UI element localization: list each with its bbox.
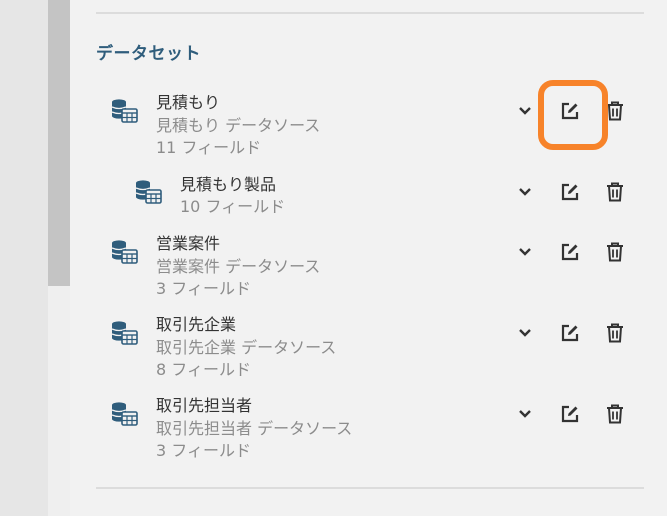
edit-button[interactable] (558, 321, 582, 345)
divider-bottom (96, 487, 644, 489)
expand-button[interactable] (513, 240, 537, 264)
dataset-field-count: 3 フィールド (156, 441, 251, 460)
delete-button[interactable] (603, 180, 627, 204)
edit-button[interactable] (558, 240, 582, 264)
database-table-icon (111, 402, 138, 426)
expand-button[interactable] (513, 402, 537, 426)
dataset-name: 見積もり (156, 93, 221, 112)
dataset-source: 取引先企業 データソース (156, 338, 337, 357)
scrollbar-thumb[interactable] (48, 0, 70, 286)
chevron-down-icon (519, 107, 531, 115)
section-title: データセット (96, 44, 201, 64)
divider-top (96, 12, 644, 14)
trash-icon (607, 182, 623, 202)
database-table-icon (111, 240, 138, 264)
database-table-icon (111, 99, 138, 123)
delete-button[interactable] (603, 321, 627, 345)
dataset-field-count: 11 フィールド (156, 138, 262, 157)
dataset-source: 見積もり データソース (156, 116, 321, 135)
edit-button[interactable] (558, 402, 582, 426)
database-table-icon (111, 321, 138, 345)
dataset-field-count: 8 フィールド (156, 360, 251, 379)
database-table-icon (135, 180, 162, 204)
edit-icon (561, 102, 579, 120)
edit-button[interactable] (558, 180, 582, 204)
dataset-name: 見積もり製品 (180, 175, 277, 194)
expand-button[interactable] (513, 321, 537, 345)
dataset-source: 取引先担当者 データソース (156, 419, 353, 438)
edit-icon (561, 405, 579, 423)
delete-button[interactable] (603, 240, 627, 264)
trash-icon (607, 404, 623, 424)
edit-icon (561, 183, 579, 201)
expand-button[interactable] (513, 180, 537, 204)
dataset-field-count: 10 フィールド (180, 197, 286, 216)
trash-icon (607, 101, 623, 121)
dataset-name: 取引先企業 (156, 315, 237, 334)
edit-button[interactable] (558, 99, 582, 123)
dataset-source: 営業案件 データソース (156, 257, 321, 276)
edit-icon (561, 243, 579, 261)
delete-button[interactable] (603, 99, 627, 123)
edit-icon (561, 324, 579, 342)
chevron-down-icon (519, 329, 531, 337)
trash-icon (607, 323, 623, 343)
chevron-down-icon (519, 188, 531, 196)
chevron-down-icon (519, 248, 531, 256)
left-panel-edge (0, 0, 48, 516)
delete-button[interactable] (603, 402, 627, 426)
dataset-name: 取引先担当者 (156, 396, 253, 415)
trash-icon (607, 242, 623, 262)
chevron-down-icon (519, 410, 531, 418)
dataset-name: 営業案件 (156, 234, 221, 253)
expand-button[interactable] (513, 99, 537, 123)
dataset-field-count: 3 フィールド (156, 279, 251, 298)
